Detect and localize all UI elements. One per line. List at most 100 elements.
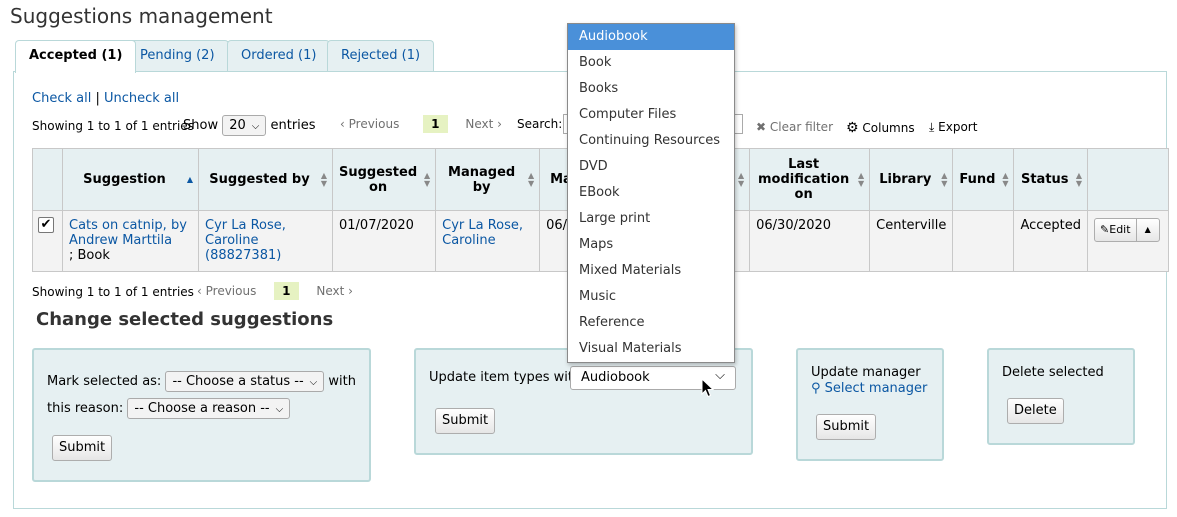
current-page[interactable]: 1 (423, 115, 448, 133)
status-select[interactable]: -- Choose a status -- ⌵ (165, 371, 325, 392)
edit-menu-toggle[interactable]: ▲ (1137, 219, 1159, 241)
suggestion-title-link[interactable]: Cats on catnip, by Andrew Marttila (69, 218, 187, 248)
manager-fieldset: Update manager ⚲ Select manager Submit (796, 348, 944, 461)
column-header-last-modification[interactable]: Last modification on ▲ ▼ (749, 148, 871, 211)
sort-asc-icon: ▲ (186, 174, 193, 184)
previous-page-button[interactable]: ‹ Previous (340, 117, 399, 131)
dropdown-option[interactable]: Book (568, 50, 734, 76)
dropdown-option[interactable]: Visual Materials (568, 336, 734, 362)
sort-icon: ▲ ▼ (320, 170, 327, 188)
edit-button[interactable]: ✎Edit (1095, 219, 1137, 241)
select-manager-link[interactable]: ⚲ Select manager (811, 381, 927, 396)
dropdown-option[interactable]: Computer Files (568, 102, 734, 128)
columns-button[interactable]: ⚙ Columns (846, 120, 915, 136)
columns-label: Columns (862, 121, 915, 135)
row-checkbox[interactable]: ✔ (38, 217, 54, 233)
check-links: Check all | Uncheck all (32, 91, 179, 106)
suggested-by-link[interactable]: Cyr La Rose, Caroline (88827381) (205, 218, 286, 263)
sort-icon: ▲ ▼ (1002, 170, 1009, 188)
sort-icon: ▲ ▼ (423, 170, 431, 188)
table-info-top: Showing 1 to 1 of 1 entries (32, 119, 194, 133)
pager-bottom: ‹ Previous 1 Next › (197, 282, 353, 300)
column-header-suggested-on[interactable]: Suggested on ▲ ▼ (331, 148, 437, 211)
length-value: 20 (229, 118, 246, 133)
reason-label: this reason: (47, 401, 124, 416)
check-all-link[interactable]: Check all (32, 91, 91, 106)
actions-cell: ✎Edit ▲ (1087, 210, 1170, 272)
export-button[interactable]: ⤓ Export (929, 120, 977, 135)
last-modification-cell: 06/30/2020 (749, 210, 871, 272)
update-manager-label: Update manager (811, 365, 921, 380)
column-header-library[interactable]: Library ▲ ▼ (869, 148, 954, 211)
item-type-fieldset: Update item types with: Audiobook ⌵ Subm… (414, 348, 753, 455)
managed-by-link[interactable]: Cyr La Rose, Caroline (442, 218, 523, 248)
suggested-on-cell: 01/07/2020 (331, 210, 437, 272)
dropdown-option[interactable]: Audiobook (568, 24, 734, 50)
column-header-suggested-by[interactable]: Suggested by ▲ ▼ (198, 148, 333, 211)
previous-label: Previous (348, 117, 400, 131)
export-label: Export (938, 120, 978, 134)
library-cell: Centerville (869, 210, 954, 272)
status-cell: Accepted (1013, 210, 1089, 272)
close-icon: ✖ (756, 120, 767, 134)
dropdown-option[interactable]: Large print (568, 206, 734, 232)
tab-rejected[interactable]: Rejected (1) (327, 40, 435, 72)
uncheck-all-link[interactable]: Uncheck all (104, 91, 179, 106)
column-header-suggestion[interactable]: Suggestion ▲ (62, 148, 199, 211)
previous-page-button[interactable]: ‹ Previous (197, 284, 256, 298)
dropdown-option[interactable]: Books (568, 76, 734, 102)
suggested-by-cell: Cyr La Rose, Caroline (88827381) (198, 210, 333, 272)
suggestion-cell: Cats on catnip, by Andrew Marttila ; Boo… (62, 210, 199, 272)
length-select[interactable]: 20 ⌵ (222, 115, 267, 136)
clear-filter-button[interactable]: ✖ Clear filter (756, 120, 833, 134)
dropdown-option[interactable]: Reference (568, 310, 734, 336)
sort-icon: ▲ ▼ (857, 170, 865, 188)
fund-cell (952, 210, 1015, 272)
column-header-managed-by[interactable]: Managed by ▲ ▼ (435, 148, 541, 211)
next-label: Next (465, 117, 494, 131)
sort-icon: ▲ ▼ (737, 170, 745, 188)
search-label: Search: (517, 117, 563, 131)
tab-ordered[interactable]: Ordered (1) (227, 40, 331, 72)
with-label: with (328, 374, 356, 389)
tab-pending[interactable]: Pending (2) (126, 40, 229, 72)
dropdown-option[interactable]: EBook (568, 180, 734, 206)
mark-submit-button[interactable]: Submit (52, 435, 113, 461)
delete-button[interactable]: Delete (1007, 398, 1064, 424)
table-info-bottom: Showing 1 to 1 of 1 entries (32, 285, 194, 299)
item-type-dropdown-list: Audiobook Book Books Computer Files Cont… (567, 23, 735, 363)
change-selected-heading: Change selected suggestions (36, 309, 334, 330)
next-page-button[interactable]: Next › (465, 117, 502, 131)
reason-select[interactable]: -- Choose a reason -- ⌵ (127, 398, 291, 419)
manager-submit-button[interactable]: Submit (816, 414, 877, 440)
tab-accepted[interactable]: Accepted (1) (15, 40, 137, 73)
pager-top: ‹ Previous 1 Next › (340, 115, 502, 133)
sort-icon: ▲ ▼ (527, 170, 535, 188)
show-label: Show (183, 118, 219, 133)
item-type-submit-button[interactable]: Submit (435, 408, 496, 434)
dropdown-option[interactable]: Music (568, 284, 734, 310)
chevron-down-icon: ⌵ (275, 404, 284, 415)
chevron-down-icon: ⌵ (251, 121, 260, 132)
search-icon: ⚲ (811, 381, 821, 396)
next-page-button[interactable]: Next › (316, 284, 353, 298)
chevron-down-icon: ⌵ (309, 377, 318, 388)
chevron-down-icon: ⌵ (715, 368, 725, 383)
current-page[interactable]: 1 (274, 282, 299, 300)
dropdown-option[interactable]: Continuing Resources (568, 128, 734, 154)
select-column-header (32, 148, 63, 211)
page-title: Suggestions management (10, 4, 273, 28)
select-manager-label: Select manager (824, 381, 928, 396)
mouse-cursor-icon (701, 378, 715, 398)
sort-icon: ▲ ▼ (1075, 170, 1083, 188)
separator: | (95, 91, 100, 106)
actions-column-header (1087, 148, 1170, 211)
dropdown-option[interactable]: Mixed Materials (568, 258, 734, 284)
dropdown-option[interactable]: Maps (568, 232, 734, 258)
column-header-status[interactable]: Status ▲ ▼ (1013, 148, 1089, 211)
column-header-fund[interactable]: Fund ▲ ▼ (952, 148, 1015, 211)
dropdown-option[interactable]: DVD (568, 154, 734, 180)
item-type-label: Update item types with: (429, 370, 586, 385)
row-checkbox-cell: ✔ (32, 210, 63, 272)
download-icon: ⤓ (929, 120, 935, 134)
